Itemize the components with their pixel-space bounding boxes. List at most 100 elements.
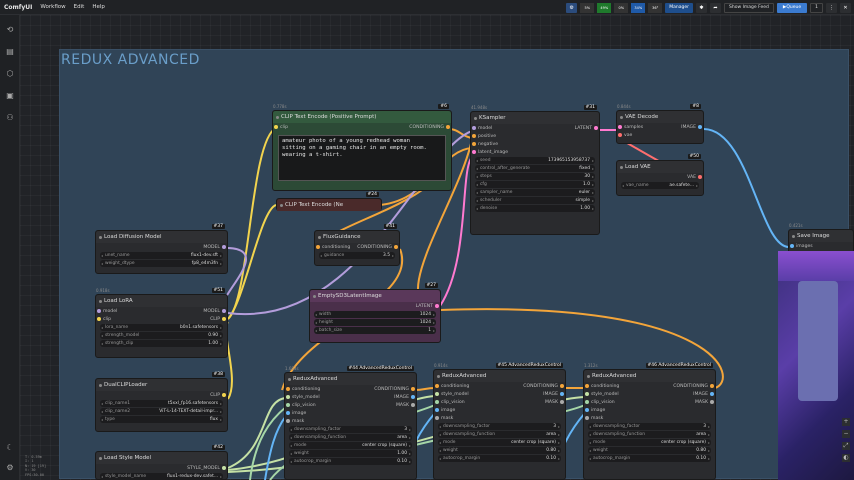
node-title[interactable]: Load Style Model xyxy=(96,452,227,464)
widget-downsampling-function[interactable]: downsampling_function area xyxy=(438,431,561,438)
node-title[interactable]: EmptySD3LatentImage xyxy=(310,290,440,302)
widget-mode[interactable]: mode center crop (square) xyxy=(588,439,711,446)
widget-style-model[interactable]: style_model_name flux1-redux-dev.safet... xyxy=(100,473,223,480)
input-dot[interactable] xyxy=(435,408,439,412)
widget-mode[interactable]: mode center crop (square) xyxy=(289,442,412,449)
input-dot[interactable] xyxy=(472,142,476,146)
widget-downsampling-factor[interactable]: downsampling_factor 3 xyxy=(438,423,561,430)
cube-icon[interactable]: ⬡ xyxy=(5,69,15,79)
widget-downsampling-function[interactable]: downsampling_function area xyxy=(588,431,711,438)
widget-autocrop[interactable]: autocrop_margin 0.10 xyxy=(438,455,561,462)
input-dot[interactable] xyxy=(435,416,439,420)
node-title[interactable]: ReduxAdvanced xyxy=(584,370,715,382)
node-load-lora[interactable]: 0.918s #51 Load LoRA model MODEL clip CLIP… xyxy=(95,288,228,358)
widget-downsampling-factor[interactable]: downsampling_factor 3 xyxy=(588,423,711,430)
widget-lora-name[interactable]: lora_name b0n1.safetensors xyxy=(100,324,223,331)
widget-batch[interactable]: batch_size 1 xyxy=(314,327,436,334)
node-title[interactable]: Load LoRA xyxy=(96,295,227,307)
moon-icon[interactable]: ☾ xyxy=(5,443,15,453)
node-title[interactable]: KSampler xyxy=(471,112,599,124)
widget-steps[interactable]: steps 30 xyxy=(475,173,595,180)
widget-height[interactable]: height 1024 xyxy=(314,319,436,326)
prompt-textarea[interactable]: amateur photo of a young redhead woman s… xyxy=(278,135,446,181)
images-icon[interactable]: ▣ xyxy=(5,91,15,101)
input-dot[interactable] xyxy=(435,400,439,404)
input-dot[interactable] xyxy=(286,419,290,423)
input-dot[interactable] xyxy=(618,133,622,137)
widget-sampler[interactable]: sampler_name euler xyxy=(475,189,595,196)
input-dot[interactable] xyxy=(585,416,589,420)
widget-guidance[interactable]: guidance 3.5 xyxy=(319,252,395,259)
input-dot[interactable] xyxy=(286,387,290,391)
node-clip-positive[interactable]: 0.778s #6 CLIP Text Encode (Positive Pro… xyxy=(272,104,452,191)
queue-button[interactable]: ▶ Queue xyxy=(776,2,808,13)
widget-width[interactable]: width 1024 xyxy=(314,311,436,318)
menu-help[interactable]: Help xyxy=(92,4,105,10)
input-dot[interactable] xyxy=(286,395,290,399)
widget-weight[interactable]: weight 1.00 xyxy=(289,450,412,457)
node-empty-latent[interactable]: #27 EmptySD3LatentImage LATENT width 1024… xyxy=(309,283,441,343)
output-dot[interactable] xyxy=(710,384,714,388)
input-dot[interactable] xyxy=(585,408,589,412)
zoom-in-icon[interactable]: + xyxy=(842,418,850,426)
queue-count[interactable]: 1 xyxy=(810,2,823,13)
menu-edit[interactable]: Edit xyxy=(74,4,85,10)
node-title[interactable]: Save Image xyxy=(789,230,853,242)
input-dot[interactable] xyxy=(97,309,101,313)
widget-clip1[interactable]: clip_name1 t5xxl_fp16.safetensors xyxy=(100,400,223,407)
node-load-style[interactable]: #42 Load Style Model STYLE_MODEL style_m… xyxy=(95,445,228,480)
node-title[interactable]: FluxGuidance xyxy=(315,231,399,243)
widget-vae-name[interactable]: vae_name ae.safete... xyxy=(621,182,699,189)
widget-weight[interactable]: weight 0.80 xyxy=(438,447,561,454)
input-dot[interactable] xyxy=(472,126,476,130)
input-dot[interactable] xyxy=(435,384,439,388)
input-dot[interactable] xyxy=(472,134,476,138)
settings-icon[interactable]: ⚙ xyxy=(566,2,578,13)
output-dot[interactable] xyxy=(446,125,450,129)
image-feed-button[interactable]: Show Image Feed xyxy=(724,2,774,13)
input-dot[interactable] xyxy=(585,392,589,396)
node-title[interactable]: Load Diffusion Model xyxy=(96,231,227,243)
history-icon[interactable]: ⟲ xyxy=(5,25,15,35)
queue-icon[interactable]: ▤ xyxy=(5,47,15,57)
input-dot[interactable] xyxy=(585,400,589,404)
input-dot[interactable] xyxy=(97,317,101,321)
widget-dtype[interactable]: weight_dtype fp8_e4m3fn xyxy=(100,260,223,267)
input-dot[interactable] xyxy=(316,245,320,249)
widget-mode[interactable]: mode center crop (square) xyxy=(438,439,561,446)
node-title[interactable]: CLIP Text Encode (Ne xyxy=(277,199,381,211)
input-dot[interactable] xyxy=(585,384,589,388)
node-redux-2[interactable]: 0.914s #45 AdvancedReduxControl ReduxAdv… xyxy=(433,363,566,480)
node-title[interactable]: CLIP Text Encode (Positive Prompt) xyxy=(273,111,451,123)
widget-type[interactable]: type flux xyxy=(100,416,223,423)
output-dot[interactable] xyxy=(222,309,226,313)
node-load-diffusion[interactable]: #37 Load Diffusion Model MODEL unet_name… xyxy=(95,224,228,274)
output-dot[interactable] xyxy=(411,403,415,407)
zoom-out-icon[interactable]: − xyxy=(842,430,850,438)
menu-workflow[interactable]: Workflow xyxy=(40,4,65,10)
widget-weight[interactable]: weight 0.80 xyxy=(588,447,711,454)
output-dot[interactable] xyxy=(560,384,564,388)
output-dot[interactable] xyxy=(222,466,226,470)
output-dot[interactable] xyxy=(222,245,226,249)
widget-seed[interactable]: seed 173965153958737 xyxy=(475,157,595,164)
toggle-link-icon[interactable]: ◐ xyxy=(842,454,850,462)
node-dual-clip[interactable]: #38 DualCLIPLoader CLIP clip_name1 t5xxl_… xyxy=(95,372,228,432)
widget-scheduler[interactable]: scheduler simple xyxy=(475,197,595,204)
close-icon[interactable]: ✕ xyxy=(840,2,851,13)
node-title[interactable]: VAE Decode xyxy=(617,111,703,123)
output-dot[interactable] xyxy=(435,304,439,308)
output-dot[interactable] xyxy=(411,395,415,399)
output-dot[interactable] xyxy=(222,393,226,397)
widget-unet[interactable]: unet_name flux1-dev.sft xyxy=(100,252,223,259)
output-dot[interactable] xyxy=(560,400,564,404)
input-dot[interactable] xyxy=(274,125,278,129)
node-redux-3[interactable]: 1.312s #46 AdvancedReduxControl ReduxAdv… xyxy=(583,363,716,480)
node-load-vae[interactable]: #50 Load VAE VAE vae_name ae.safete... xyxy=(616,154,704,196)
node-title[interactable]: ReduxAdvanced xyxy=(285,373,416,385)
output-dot[interactable] xyxy=(698,175,702,179)
output-dot[interactable] xyxy=(710,400,714,404)
share-icon[interactable]: ➦ xyxy=(710,2,722,13)
widget-strength-clip[interactable]: strength_clip 1.00 xyxy=(100,340,223,347)
output-dot[interactable] xyxy=(560,392,564,396)
